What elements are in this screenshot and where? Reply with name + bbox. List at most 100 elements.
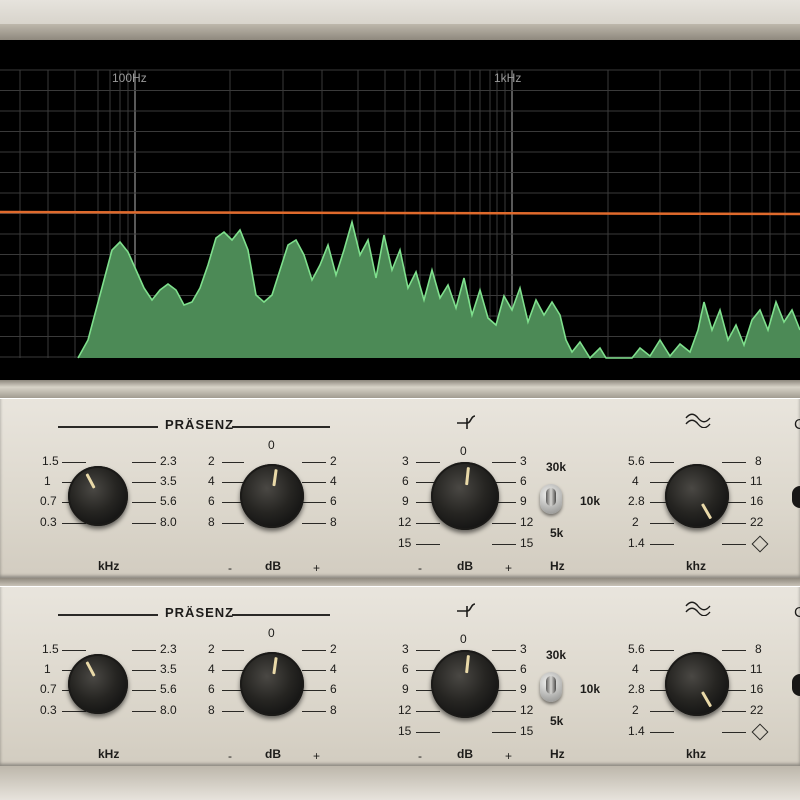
filter-scale-right: 22: [750, 703, 764, 717]
filter-scale-left: 2.8: [628, 682, 645, 696]
filter-off-diamond-icon[interactable]: [751, 535, 769, 553]
switch-label-10k: 10k: [580, 494, 601, 508]
filter-scale-right: 8: [755, 454, 762, 468]
filter-scale-left: 2: [632, 703, 639, 717]
knob-indicator: [700, 691, 712, 708]
scale-tick: [722, 711, 746, 713]
scale-tick: [222, 711, 244, 713]
freq-scale-right: 3.5: [160, 662, 177, 676]
scale-tick: [416, 462, 440, 464]
filter-scale-left: 5.6: [628, 642, 645, 656]
gain-minus-label: -: [228, 749, 232, 763]
scale-tick: [492, 711, 516, 713]
shelf-scale-right: 12: [520, 703, 534, 717]
shelf-gain-knob[interactable]: [431, 650, 499, 718]
freq-scale-right: 2.3: [160, 454, 177, 468]
scale-tick: [650, 711, 674, 713]
edge-knob[interactable]: [792, 674, 800, 696]
shelf-scale-right: 9: [520, 682, 527, 696]
freq-scale-right: 8.0: [160, 703, 177, 717]
presenz-title: PRÄSENZ: [165, 417, 235, 432]
section-rule: [232, 426, 330, 428]
scale-tick: [492, 732, 516, 734]
filter-scale-right: 16: [750, 682, 764, 696]
freq-scale-right: 5.6: [160, 682, 177, 696]
shelf-top-label: 0: [460, 632, 467, 646]
spectrum-analyzer[interactable]: 100Hz 1kHz: [0, 40, 800, 380]
frequency-toggle-switch[interactable]: [540, 672, 562, 702]
wave-glyph: [685, 601, 711, 617]
scale-tick: [222, 482, 244, 484]
edge-knob[interactable]: [792, 486, 800, 508]
presenz-gain-knob[interactable]: [240, 652, 304, 716]
shelf-scale-left: 15: [398, 536, 412, 550]
gain-plus-label: +: [313, 561, 321, 575]
gain-scale-left: 2: [208, 642, 215, 656]
scale-tick: [132, 482, 156, 484]
scale-tick: [492, 544, 516, 546]
filter-scale-left: 4: [632, 474, 639, 488]
freq-label-1khz: 1kHz: [494, 71, 521, 85]
freq-label-100hz: 100Hz: [112, 71, 147, 85]
filter-scale-left: 1.4: [628, 724, 645, 738]
scale-tick: [132, 690, 156, 692]
knob-indicator: [464, 655, 470, 674]
scale-tick: [416, 544, 440, 546]
gain-scale-left: 6: [208, 494, 215, 508]
scale-tick: [302, 670, 326, 672]
shelf-scale-left: 6: [402, 662, 409, 676]
scale-tick: [416, 732, 440, 734]
freq-scale-left: 1: [44, 662, 51, 676]
scale-tick: [132, 670, 156, 672]
shelf-plus-label: +: [505, 749, 513, 763]
shelf-scale-right: 3: [520, 642, 527, 656]
filter-scale-left: 2.8: [628, 494, 645, 508]
freq-scale-left: 0.7: [40, 682, 57, 696]
shelf-scale-left: 6: [402, 474, 409, 488]
filter-frequency-knob[interactable]: [665, 652, 729, 716]
switch-label-30k: 30k: [546, 460, 567, 474]
filter-scale-right: 11: [750, 474, 763, 488]
toggle-lever: [546, 676, 556, 694]
presenz-gain-knob[interactable]: [240, 464, 304, 528]
filter-off-diamond-icon[interactable]: [751, 723, 769, 741]
switch-label-30k: 30k: [546, 648, 567, 662]
freq-scale-left: 0.7: [40, 494, 57, 508]
spectrum-graph: 100Hz 1kHz: [0, 69, 800, 360]
presenz-frequency-knob[interactable]: [68, 654, 128, 714]
shelf-scale-right: 6: [520, 474, 527, 488]
shelf-scale-left: 9: [402, 494, 409, 508]
gain-scale-right: 2: [330, 454, 337, 468]
filter-scale-left: 5.6: [628, 454, 645, 468]
gain-scale-left: 6: [208, 682, 215, 696]
presenz-frequency-knob[interactable]: [68, 466, 128, 526]
gain-scale-right: 2: [330, 642, 337, 656]
scale-tick: [722, 732, 746, 734]
gain-scale-left: 4: [208, 662, 215, 676]
scale-tick: [62, 711, 86, 713]
frequency-toggle-switch[interactable]: [540, 484, 562, 514]
freq-scale-left: 1: [44, 474, 51, 488]
gain-unit-label: dB: [265, 559, 281, 573]
presenz-title: PRÄSENZ: [165, 605, 235, 620]
gain-scale-right: 4: [330, 474, 337, 488]
filter-frequency-knob[interactable]: [665, 464, 729, 528]
switch-label-5k: 5k: [550, 526, 564, 540]
scale-tick: [416, 711, 440, 713]
scale-tick: [650, 650, 674, 652]
scale-tick: [492, 523, 516, 525]
scale-tick: [132, 502, 156, 504]
knob-indicator: [84, 473, 95, 489]
scale-tick: [650, 462, 674, 464]
scale-tick: [650, 544, 674, 546]
section-rule: [58, 614, 158, 616]
gain-plus-label: +: [313, 749, 321, 763]
knob-indicator: [464, 467, 470, 486]
freq-scale-left: 0.3: [40, 703, 57, 717]
scale-tick: [722, 544, 746, 546]
freq-scale-right: 8.0: [160, 515, 177, 529]
shelf-scale-right: 9: [520, 494, 527, 508]
scale-tick: [416, 650, 440, 652]
shelf-gain-knob[interactable]: [431, 462, 499, 530]
freq-scale-right: 3.5: [160, 474, 177, 488]
